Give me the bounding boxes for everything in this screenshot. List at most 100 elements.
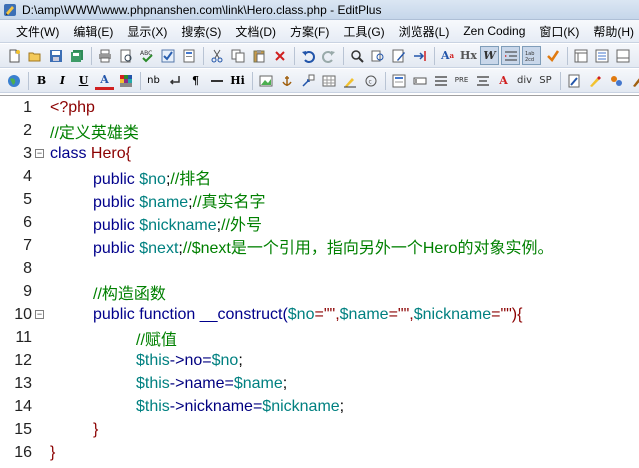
line-number: 1 [23, 98, 32, 116]
code-text: $this->nickname=$nickname; [136, 397, 345, 415]
list-icon[interactable] [431, 71, 450, 90]
script-icon[interactable] [564, 71, 583, 90]
code-editor[interactable]: 1 <?php 2 //定义英雄类 3 − class Hero{ 4 publ… [0, 95, 639, 468]
code-text: <?php [50, 98, 95, 116]
line-number: 6 [23, 213, 32, 231]
line-number: 12 [14, 351, 32, 369]
heading-tag-icon[interactable]: Hi [228, 71, 247, 90]
menu-tools[interactable]: 工具(G) [337, 21, 390, 42]
copyright-icon[interactable]: c [361, 71, 380, 90]
print-icon[interactable] [95, 46, 114, 65]
table-icon[interactable] [319, 71, 338, 90]
nbsp-icon[interactable]: nb [144, 71, 163, 90]
menu-search[interactable]: 搜索(S) [175, 21, 227, 42]
toolbar-separator [567, 46, 568, 65]
save-all-icon[interactable] [67, 46, 86, 65]
code-line: 10 − public function __construct($no="",… [0, 303, 639, 326]
copy-icon[interactable] [228, 46, 247, 65]
toolbar-separator [343, 46, 344, 65]
font-icon[interactable]: Aa [438, 46, 457, 65]
toolbar-separator [28, 71, 29, 90]
goto-line-icon[interactable] [410, 46, 429, 65]
code-text: class Hero{ [50, 144, 131, 162]
new-file-icon[interactable] [4, 46, 23, 65]
horizontal-rule-icon[interactable] [207, 71, 226, 90]
ruler-toggle-icon[interactable]: 1ab 2cd [522, 46, 541, 65]
style-pencil-icon[interactable] [585, 71, 604, 90]
paragraph-icon[interactable]: ¶ [186, 71, 205, 90]
fold-toggle-icon[interactable]: − [35, 310, 44, 319]
file-info-icon[interactable] [179, 46, 198, 65]
replace-icon[interactable] [368, 46, 387, 65]
div-tag-icon[interactable]: div [515, 71, 534, 90]
line-number: 11 [15, 328, 32, 346]
anchor-icon[interactable] [277, 71, 296, 90]
toolbar-separator [140, 71, 141, 90]
highlight-pen-icon[interactable] [340, 71, 359, 90]
directory-icon[interactable] [592, 46, 611, 65]
arrow-a-icon[interactable]: A [494, 71, 513, 90]
toolbar-separator [203, 46, 204, 65]
toolbar-separator [560, 71, 561, 90]
menu-browser[interactable]: 浏览器(L) [393, 21, 456, 42]
menu-zen-coding[interactable]: Zen Coding [457, 22, 531, 40]
check-mark-icon[interactable] [543, 46, 562, 65]
image-icon[interactable] [256, 71, 275, 90]
fold-toggle-icon[interactable]: − [35, 149, 44, 158]
code-line: 12 $this->no=$no; [0, 349, 639, 372]
undo-icon[interactable] [298, 46, 317, 65]
underline-icon[interactable]: U [74, 71, 93, 90]
output-window-icon[interactable] [613, 46, 632, 65]
find-icon[interactable] [347, 46, 366, 65]
line-number: 5 [23, 190, 32, 208]
code-line: 2 //定义英雄类 [0, 119, 639, 142]
menu-window[interactable]: 窗口(K) [533, 21, 585, 42]
code-text: public $name;//真实名字 [93, 193, 266, 211]
cliptext-icon[interactable] [571, 46, 590, 65]
line-number: 15 [14, 420, 32, 438]
cliparts-icon[interactable] [606, 71, 625, 90]
save-icon[interactable] [46, 46, 65, 65]
line-break-icon[interactable] [165, 71, 184, 90]
word-wrap-icon[interactable]: W [480, 46, 499, 65]
italic-icon[interactable]: I [53, 71, 72, 90]
span-tag-icon[interactable]: SP [536, 71, 555, 90]
code-text: public $no;//排名 [93, 170, 212, 188]
center-align-icon[interactable] [473, 71, 492, 90]
main-toolbar: ABC Aa Hx W 1ab 2cd [0, 44, 639, 68]
menu-help[interactable]: 帮助(H) [587, 21, 639, 42]
redo-icon[interactable] [319, 46, 338, 65]
code-text: public $nickname;//外号 [93, 216, 262, 234]
brush-icon[interactable] [627, 71, 639, 90]
menu-view[interactable]: 显示(X) [121, 21, 173, 42]
menu-edit[interactable]: 编辑(E) [67, 21, 119, 42]
color-palette-icon[interactable] [116, 71, 135, 90]
code-text: //定义英雄类 [50, 124, 139, 142]
heading-icon[interactable]: Hx [459, 46, 478, 65]
menu-project[interactable]: 方案(F) [284, 21, 335, 42]
spell-check-icon[interactable]: ABC [137, 46, 156, 65]
print-preview-icon[interactable] [116, 46, 135, 65]
open-folder-icon[interactable] [25, 46, 44, 65]
textbox-icon[interactable] [410, 71, 429, 90]
delete-icon[interactable] [270, 46, 289, 65]
edit-icon[interactable] [389, 46, 408, 65]
font-color-icon[interactable]: A [95, 71, 114, 90]
paste-icon[interactable] [249, 46, 268, 65]
form-icon[interactable] [389, 71, 408, 90]
line-number-toggle-icon[interactable] [501, 46, 520, 65]
code-text: public $next;//$next是一个引用，指向另外一个Hero的对象实… [93, 239, 554, 257]
menu-document[interactable]: 文档(D) [229, 21, 282, 42]
check-icon[interactable] [158, 46, 177, 65]
toolbar-separator [91, 46, 92, 65]
pre-tag-icon[interactable]: PRE [452, 71, 471, 90]
code-line: 13 $this->name=$name; [0, 372, 639, 395]
bold-icon[interactable]: B [32, 71, 51, 90]
line-number: 4 [23, 167, 32, 185]
line-number: 13 [14, 374, 32, 392]
cut-icon[interactable] [207, 46, 226, 65]
menu-file[interactable]: 文件(W) [10, 21, 65, 42]
link-icon[interactable] [298, 71, 317, 90]
code-line: 4 public $no;//排名 [0, 165, 639, 188]
browser-globe-icon[interactable] [4, 71, 23, 90]
